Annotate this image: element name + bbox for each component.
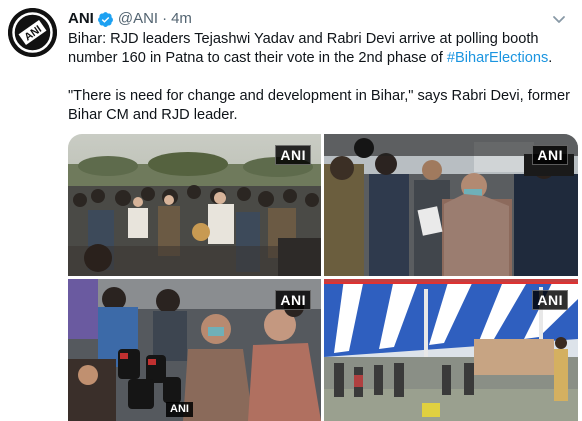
header-separator: · — [162, 10, 168, 27]
avatar[interactable]: ANI — [8, 8, 57, 57]
tweet-header: ANI @ANI · 4m — [68, 9, 192, 29]
ani-watermark: ANI — [275, 145, 311, 165]
photo-crowd[interactable]: ANI — [68, 134, 321, 276]
handle[interactable]: @ANI — [118, 9, 158, 29]
photo-security[interactable]: ANI — [324, 134, 578, 276]
more-options-button[interactable] — [548, 8, 570, 30]
media-grid: ANI ANI ANI ANI ANI — [68, 134, 578, 421]
ani-logo-icon: ANI — [8, 8, 57, 57]
photo-media-scrum[interactable]: ANI ANI — [68, 279, 321, 421]
tweet-quote: "There is need for change and developmen… — [68, 88, 570, 123]
ani-mic-label: ANI — [166, 402, 193, 417]
chevron-down-icon — [553, 16, 565, 23]
hashtag-link[interactable]: #BiharElections — [447, 50, 548, 66]
tweet[interactable]: ANI ANI @ANI · 4m Bihar: RJD leaders Tej… — [0, 0, 582, 421]
tweet-text-paragraph-1: Bihar: RJD leaders Tejashwi Yadav and Ra… — [68, 30, 573, 68]
ani-watermark: ANI — [275, 290, 311, 310]
photo-polling-tent[interactable]: ANI — [324, 279, 578, 421]
tweet-text-period: . — [548, 50, 553, 66]
verified-badge-icon — [97, 11, 113, 27]
display-name[interactable]: ANI — [68, 9, 94, 29]
timestamp[interactable]: 4m — [171, 9, 192, 29]
ani-watermark: ANI — [532, 145, 568, 165]
ani-watermark: ANI — [532, 290, 568, 310]
tweet-text: Bihar: RJD leaders Tejashwi Yadav and Ra… — [68, 30, 573, 125]
